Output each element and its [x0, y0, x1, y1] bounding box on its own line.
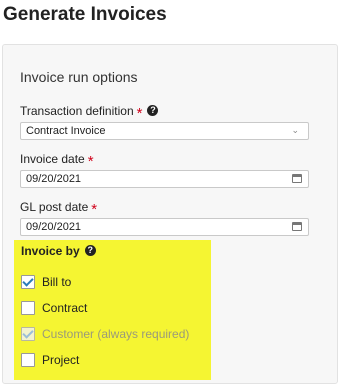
gl-post-date-label-text: GL post date [20, 200, 89, 214]
invoice-by-label: Invoice by? [21, 244, 96, 258]
section-title: Invoice run options [20, 69, 138, 85]
checkbox-box[interactable] [21, 301, 35, 315]
checkbox-label: Bill to [42, 275, 72, 289]
checkbox-box [21, 327, 35, 341]
checkbox-label: Customer (always required) [42, 327, 190, 341]
calendar-icon[interactable] [292, 222, 302, 231]
help-icon[interactable]: ? [147, 105, 159, 117]
help-icon[interactable]: ? [84, 245, 96, 257]
gl-post-date-field[interactable]: 09/20/2021 [20, 218, 309, 236]
chevron-down-icon: ⌄ [291, 125, 299, 135]
required-asterisk: * [136, 105, 143, 122]
invoice-by-label-text: Invoice by [21, 244, 80, 258]
gl-post-date-label: GL post date * [20, 198, 98, 218]
checkbox-label: Project [42, 353, 80, 367]
required-asterisk: * [91, 201, 98, 218]
invoice-date-label: Invoice date * [20, 150, 94, 170]
invoice-date-value: 09/20/2021 [26, 173, 82, 185]
required-asterisk: * [87, 153, 94, 170]
page-title: Generate Invoices [3, 4, 167, 25]
transaction-definition-label: Transaction definition *? [20, 102, 159, 122]
checkbox-box[interactable] [21, 353, 35, 367]
invoice-date-label-text: Invoice date [20, 152, 85, 166]
gl-post-date-value: 09/20/2021 [26, 221, 82, 233]
calendar-icon[interactable] [292, 174, 302, 183]
transaction-definition-value: Contract Invoice [26, 125, 106, 137]
transaction-definition-select[interactable]: Contract Invoice ⌄ [20, 122, 309, 140]
checkbox-box[interactable] [21, 275, 35, 289]
transaction-definition-label-text: Transaction definition [20, 104, 134, 118]
invoice-date-field[interactable]: 09/20/2021 [20, 170, 309, 188]
checkbox-label: Contract [42, 301, 88, 315]
